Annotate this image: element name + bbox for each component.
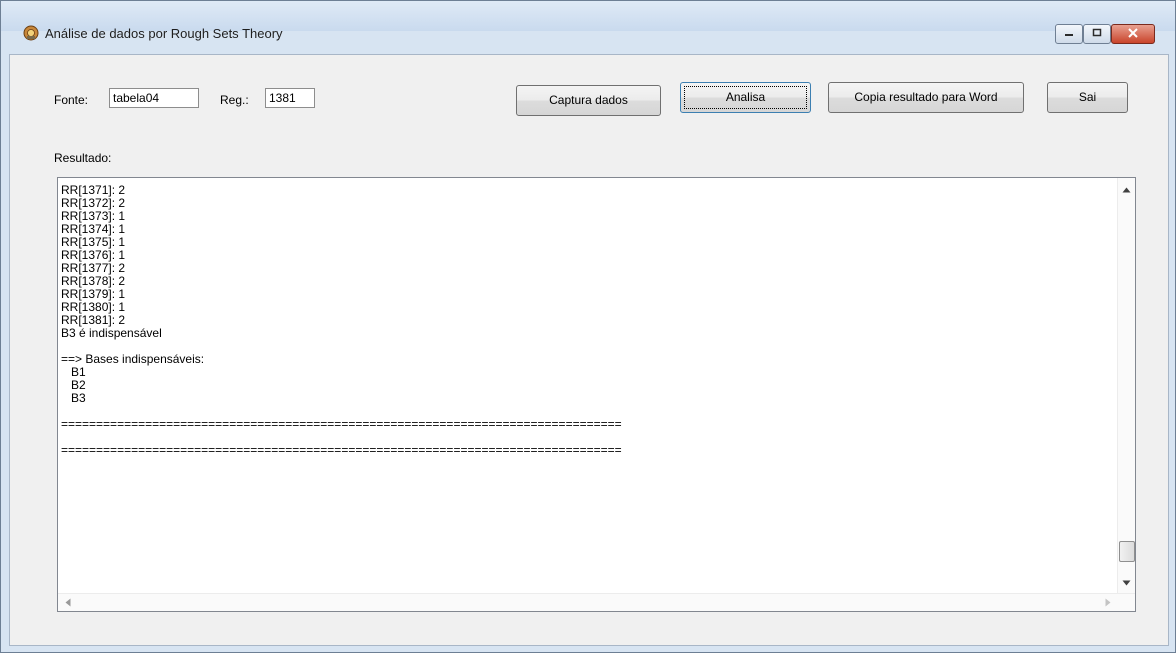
copia-resultado-button[interactable]: Copia resultado para Word	[828, 82, 1024, 113]
horizontal-scrollbar[interactable]	[58, 593, 1135, 611]
analisa-button-label: Analisa	[684, 86, 807, 109]
maximize-button[interactable]	[1083, 24, 1111, 44]
result-line: RR[1373]: 1	[61, 209, 126, 223]
reg-input[interactable]: 1381	[265, 88, 315, 108]
app-icon[interactable]	[23, 25, 39, 41]
result-line: RR[1372]: 2	[61, 196, 126, 210]
result-line: B2	[61, 378, 86, 392]
client-area: Fonte: tabela04 Reg.: 1381 Captura dados…	[9, 54, 1169, 646]
result-line: RR[1376]: 1	[61, 248, 126, 262]
close-button[interactable]	[1111, 24, 1155, 44]
result-line: B3 é indispensável	[61, 326, 162, 340]
reg-label: Reg.:	[220, 93, 249, 107]
scroll-left-icon[interactable]	[65, 598, 71, 607]
scroll-up-icon[interactable]	[1122, 187, 1131, 193]
result-line: B3	[61, 391, 86, 405]
close-icon	[1128, 28, 1138, 38]
result-line: RR[1378]: 2	[61, 274, 126, 288]
result-line: ========================================…	[61, 417, 622, 431]
result-line: ==> Bases indispensáveis:	[61, 352, 205, 366]
minimize-button[interactable]	[1055, 24, 1083, 44]
resultado-label: Resultado:	[54, 151, 112, 165]
analisa-button[interactable]: Analisa	[680, 82, 811, 113]
fonte-input[interactable]: tabela04	[109, 88, 199, 108]
result-textarea[interactable]: RR[1371]: 2 RR[1372]: 2 RR[1373]: 1 RR[1374…	[57, 177, 1136, 612]
maximize-icon	[1092, 28, 1102, 37]
fonte-label: Fonte:	[54, 93, 89, 107]
vertical-scrollbar[interactable]	[1117, 178, 1135, 594]
result-line: RR[1375]: 1	[61, 235, 126, 249]
result-line: RR[1371]: 2	[61, 183, 126, 197]
scroll-right-icon[interactable]	[1105, 598, 1111, 607]
result-line: RR[1379]: 1	[61, 287, 126, 301]
result-line: RR[1374]: 1	[61, 222, 126, 236]
result-line: RR[1380]: 1	[61, 300, 126, 314]
app-window: Análise de dados por Rough Sets Theory F…	[0, 0, 1176, 653]
vertical-scroll-thumb[interactable]	[1119, 541, 1135, 562]
result-line: ========================================…	[61, 443, 622, 457]
result-line: B1	[61, 365, 86, 379]
captura-dados-button[interactable]: Captura dados	[516, 85, 661, 116]
sai-button[interactable]: Sai	[1047, 82, 1128, 113]
result-line: RR[1377]: 2	[61, 261, 126, 275]
minimize-icon	[1065, 34, 1073, 36]
window-title: Análise de dados por Rough Sets Theory	[45, 26, 283, 41]
result-text: RR[1371]: 2 RR[1372]: 2 RR[1373]: 1 RR[1374…	[61, 184, 622, 457]
scroll-down-icon[interactable]	[1122, 580, 1131, 586]
